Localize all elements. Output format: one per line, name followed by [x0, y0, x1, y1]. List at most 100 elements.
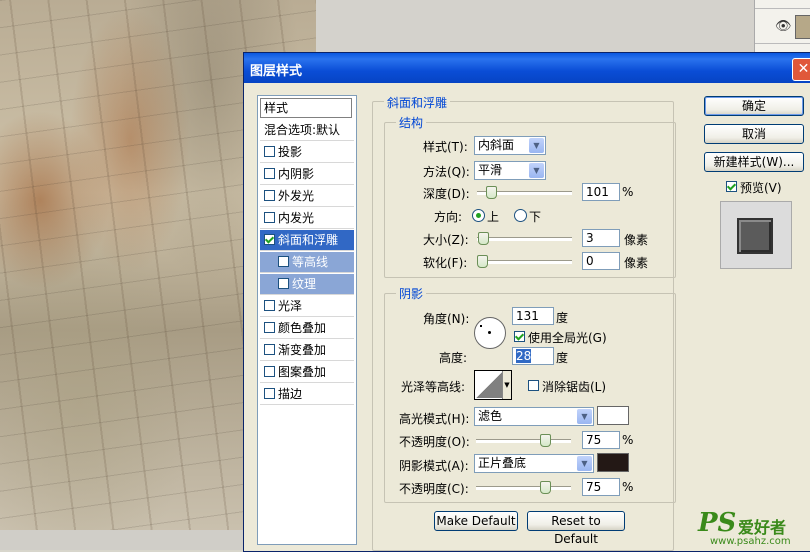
shadow-color-swatch[interactable]: [597, 453, 629, 472]
direction-down-label[interactable]: 下: [529, 208, 541, 225]
depth-input[interactable]: 101: [582, 183, 620, 201]
layer-style-dialog: 图层样式 ✕ 样式 混合选项:默认 投影 内阴影 外发光 内发光 斜面和浮雕 等高线 纹理 光泽…: [243, 52, 810, 552]
antialias-checkbox[interactable]: [528, 380, 539, 391]
style-item[interactable]: 斜面和浮雕: [260, 230, 354, 251]
style-item-checkbox[interactable]: [264, 168, 275, 179]
style-item[interactable]: 等高线: [260, 252, 354, 273]
highlight-opacity-slider[interactable]: [476, 434, 571, 447]
watermark-logo: PS 爱好者 www.psahz.com: [698, 508, 810, 550]
altitude-input[interactable]: 28: [512, 347, 554, 365]
style-preview: [720, 201, 792, 269]
soften-label: 软化(F):: [423, 256, 468, 270]
shadow-opacity-label: 不透明度(C):: [399, 482, 469, 496]
style-item[interactable]: 描边: [260, 384, 354, 405]
angle-dial-tick: [480, 325, 482, 327]
style-item[interactable]: 内发光: [260, 208, 354, 229]
style-item-label: 混合选项:默认: [264, 123, 341, 137]
style-item-checkbox[interactable]: [264, 190, 275, 201]
technique-select[interactable]: 平滑 ▼: [474, 161, 546, 180]
altitude-label: 高度:: [439, 351, 468, 365]
title-bar[interactable]: 图层样式 ✕: [244, 53, 810, 83]
soften-slider[interactable]: [477, 255, 572, 268]
highlight-mode-select[interactable]: 滤色 ▼: [474, 407, 594, 426]
global-light-checkbox[interactable]: [514, 331, 525, 342]
style-item-label: 外发光: [278, 189, 315, 203]
style-item[interactable]: 图案叠加: [260, 362, 354, 383]
style-item-label: 图案叠加: [278, 365, 327, 379]
gloss-contour-picker[interactable]: ▼: [474, 370, 512, 400]
soften-input-value: 0: [586, 254, 594, 268]
depth-slider-thumb[interactable]: [485, 186, 497, 199]
soften-slider-thumb[interactable]: [477, 255, 488, 268]
chevron-down-icon[interactable]: ▼: [577, 409, 592, 424]
style-item-checkbox[interactable]: [278, 256, 289, 267]
highlight-mode-label: 高光模式(H):: [399, 412, 470, 426]
style-item[interactable]: 颜色叠加: [260, 318, 354, 339]
ok-button[interactable]: 确定: [704, 96, 804, 116]
size-input-value: 3: [586, 231, 594, 245]
shadow-opacity-thumb[interactable]: [539, 481, 551, 494]
layers-panel: 👁: [754, 0, 810, 52]
chevron-down-icon[interactable]: ▼: [529, 138, 544, 153]
style-item[interactable]: 混合选项:默认: [260, 120, 354, 141]
style-item-checkbox[interactable]: [264, 366, 275, 377]
global-light-label[interactable]: 使用全局光(G): [528, 329, 607, 346]
style-item-label: 斜面和浮雕: [278, 233, 339, 247]
soften-input[interactable]: 0: [582, 252, 620, 270]
gloss-contour-label: 光泽等高线:: [401, 380, 466, 394]
eye-icon[interactable]: 👁: [775, 19, 792, 34]
watermark-brand: PS: [698, 508, 737, 538]
size-input[interactable]: 3: [582, 229, 620, 247]
make-default-button[interactable]: Make Default: [434, 511, 518, 531]
angle-input[interactable]: 131: [512, 307, 554, 325]
new-style-button[interactable]: 新建样式(W)...: [704, 152, 804, 172]
contour-curve-icon: [476, 372, 502, 398]
highlight-color-swatch[interactable]: [597, 406, 629, 425]
layer-row[interactable]: 👁: [755, 8, 810, 44]
style-item-checkbox[interactable]: [278, 278, 289, 289]
highlight-opacity-thumb[interactable]: [539, 434, 551, 447]
watermark-text: 爱好者: [738, 518, 787, 537]
antialias-label[interactable]: 消除锯齿(L): [542, 378, 606, 395]
preview-checkbox[interactable]: [726, 181, 737, 192]
chevron-down-icon[interactable]: ▼: [529, 163, 544, 178]
reset-default-button[interactable]: Reset to Default: [527, 511, 625, 546]
style-item-checkbox[interactable]: [264, 300, 275, 311]
style-item[interactable]: 光泽: [260, 296, 354, 317]
style-item[interactable]: 外发光: [260, 186, 354, 207]
shadow-mode-select[interactable]: 正片叠底 ▼: [474, 454, 594, 473]
shadow-opacity-slider[interactable]: [476, 481, 571, 494]
style-item[interactable]: 内阴影: [260, 164, 354, 185]
preview-swatch: [737, 218, 773, 254]
style-item[interactable]: 渐变叠加: [260, 340, 354, 361]
angle-dial[interactable]: [474, 317, 506, 349]
style-label: 样式(T):: [423, 140, 468, 154]
direction-down-radio[interactable]: [514, 209, 527, 222]
close-icon[interactable]: ✕: [792, 58, 810, 81]
shadow-opacity-input[interactable]: 75: [582, 478, 620, 496]
styles-header[interactable]: 样式: [260, 98, 352, 118]
style-item-checkbox[interactable]: [264, 322, 275, 333]
chevron-down-icon[interactable]: ▼: [577, 456, 592, 471]
size-slider-thumb[interactable]: [477, 232, 489, 245]
direction-label: 方向:: [434, 210, 463, 224]
depth-slider[interactable]: [477, 186, 572, 199]
size-slider[interactable]: [477, 232, 572, 245]
highlight-opacity-input[interactable]: 75: [582, 431, 620, 449]
style-item-label: 描边: [278, 387, 303, 401]
style-item-checkbox[interactable]: [264, 344, 275, 355]
status-strip: [0, 530, 244, 550]
cancel-button[interactable]: 取消: [704, 124, 804, 144]
style-select[interactable]: 内斜面 ▼: [474, 136, 546, 155]
preview-label[interactable]: 预览(V): [740, 179, 782, 196]
shadow-opacity-value: 75: [586, 480, 602, 494]
style-item-checkbox[interactable]: [264, 234, 275, 245]
chevron-down-icon[interactable]: ▼: [502, 371, 511, 399]
style-item-checkbox[interactable]: [264, 212, 275, 223]
style-item[interactable]: 投影: [260, 142, 354, 163]
style-item[interactable]: 纹理: [260, 274, 354, 295]
style-item-checkbox[interactable]: [264, 146, 275, 157]
direction-up-label[interactable]: 上: [487, 208, 499, 225]
style-item-checkbox[interactable]: [264, 388, 275, 399]
direction-up-radio[interactable]: [472, 209, 485, 222]
